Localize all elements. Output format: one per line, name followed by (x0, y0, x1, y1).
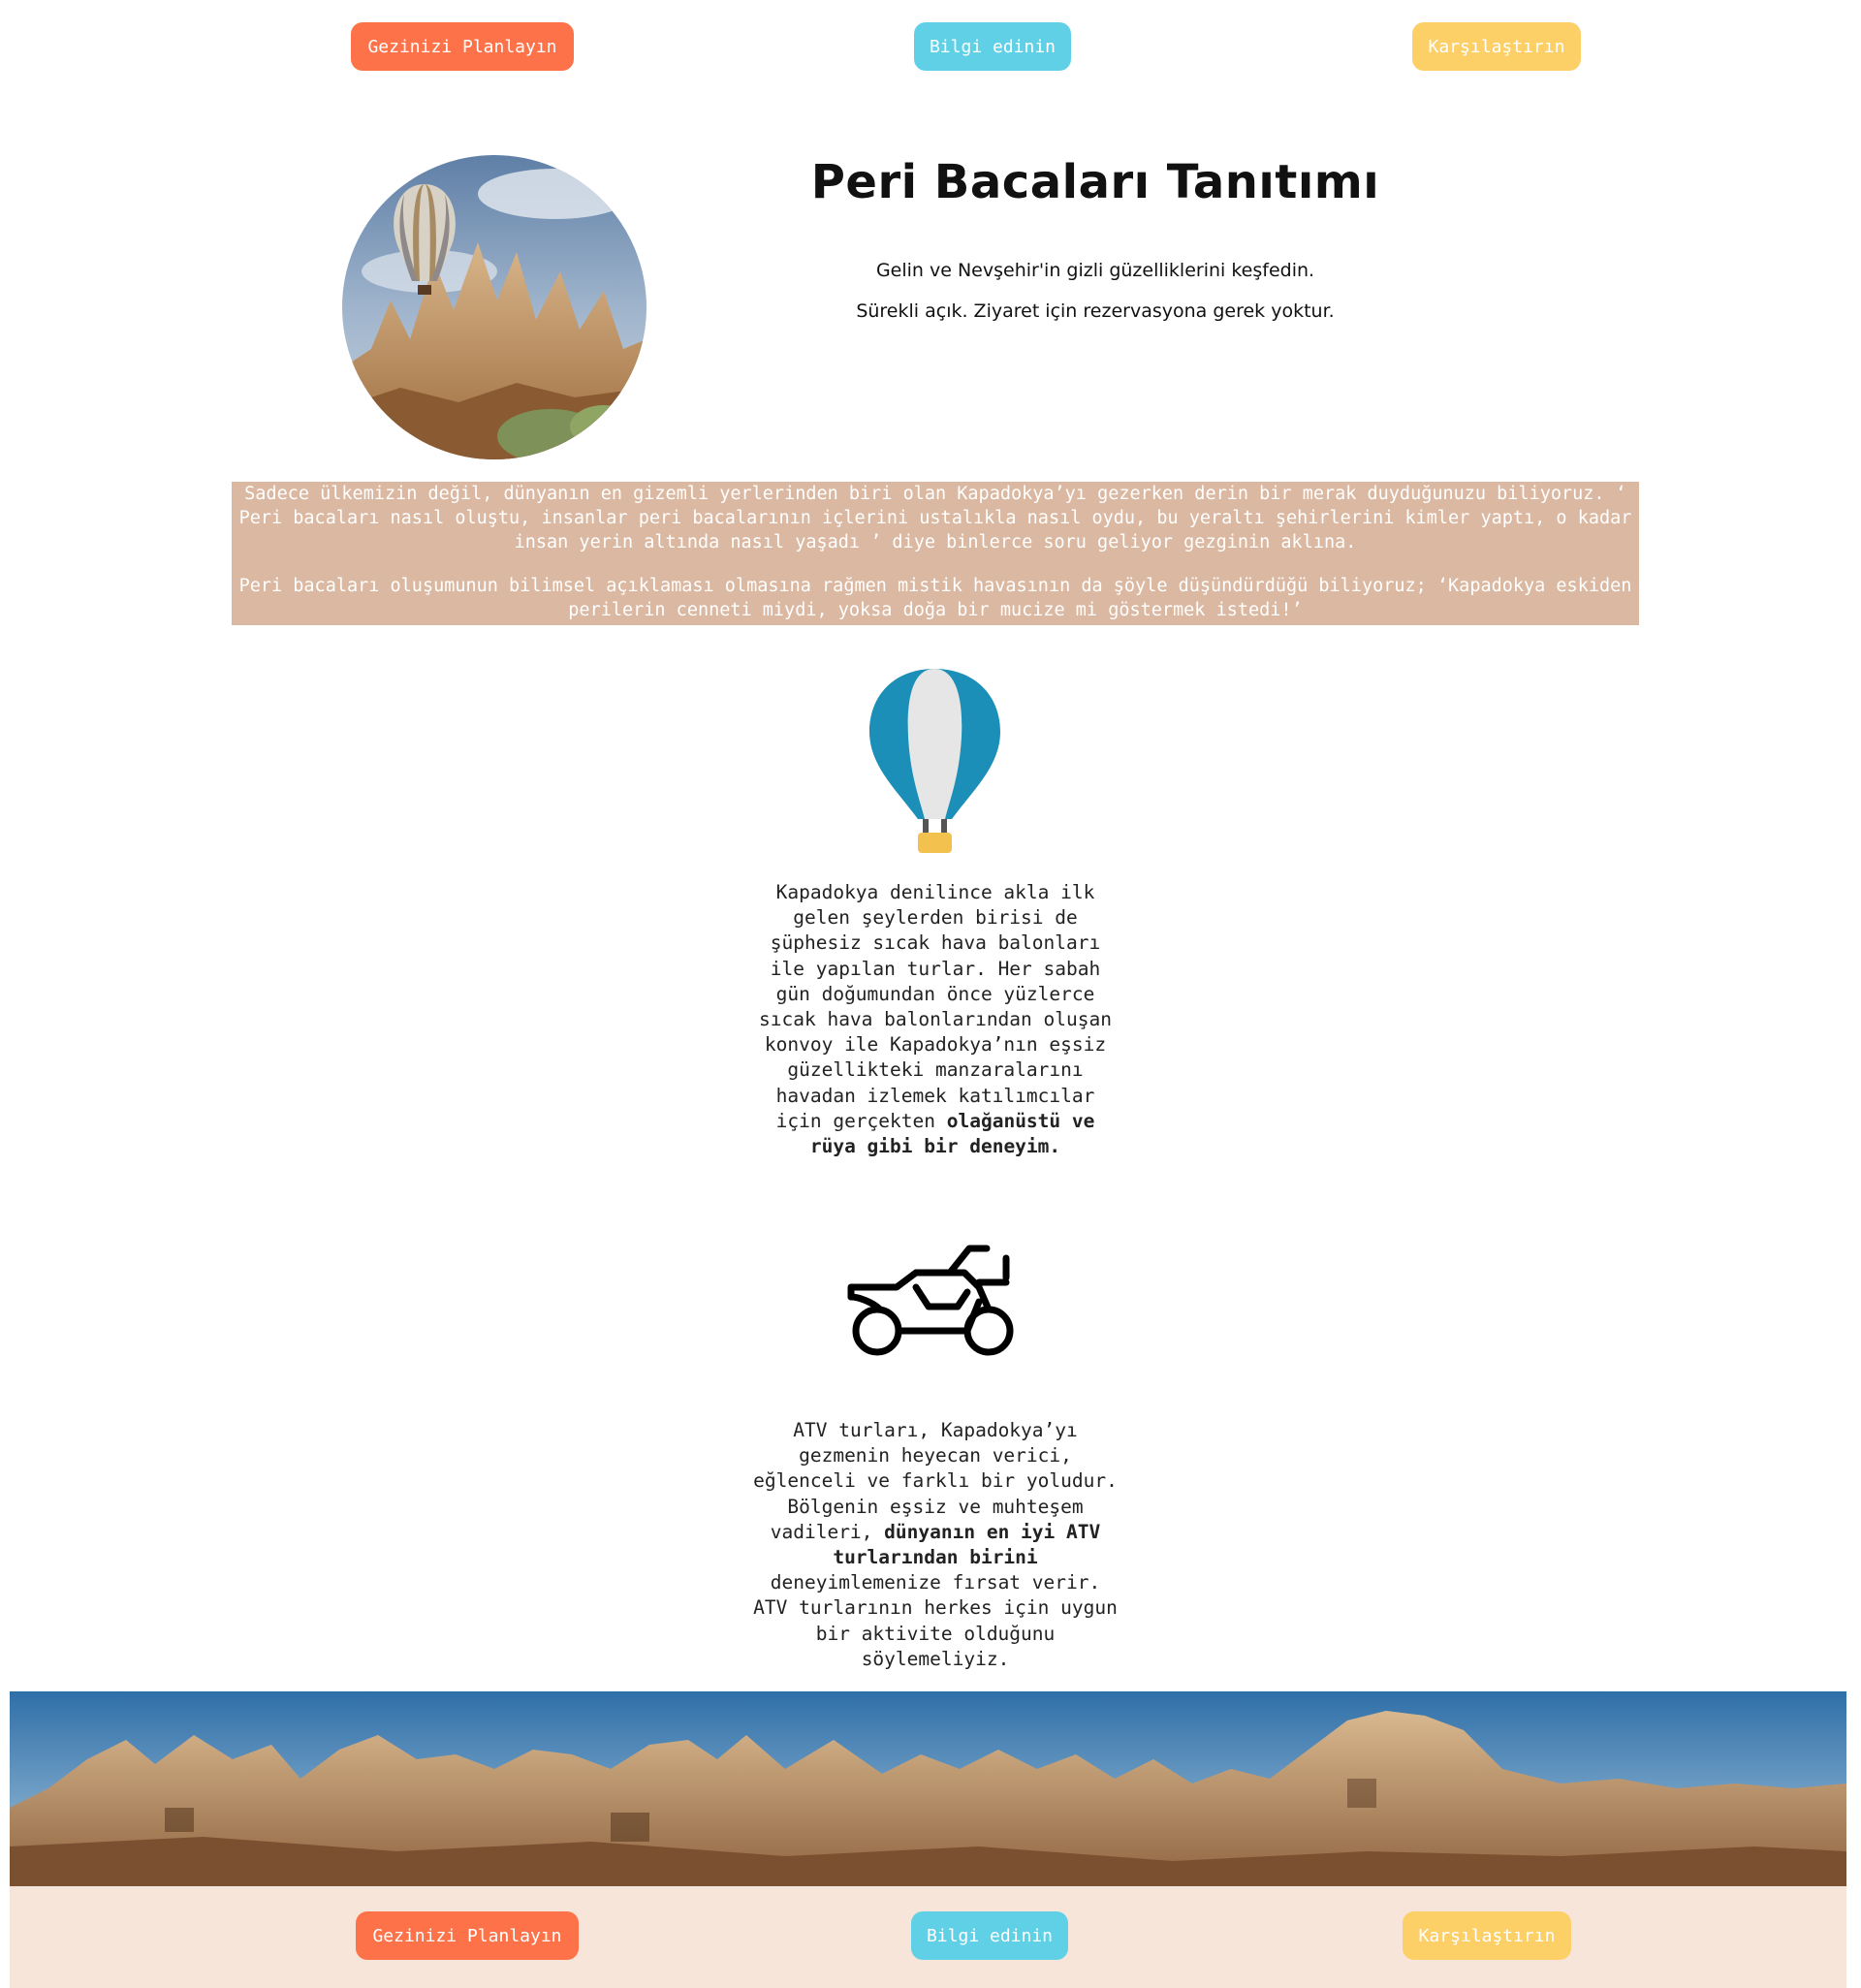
get-info-button[interactable]: Bilgi edinin (914, 22, 1071, 71)
fairy-chimneys-balloon-photo (342, 155, 647, 459)
atv-tour-text-highlight: dünyanın en iyi ATV turlarından birini (833, 1520, 1101, 1569)
hot-air-balloon-icon (869, 669, 1000, 858)
footer-plan-trip-button[interactable]: Gezinizi Planlayın (356, 1911, 579, 1960)
compare-button[interactable]: Karşılaştırın (1412, 22, 1581, 71)
balloon-tour-text-body: Kapadokya denilince akla ilk gelen şeyle… (759, 881, 1112, 1132)
hero-subtitle-1: Gelin ve Nevşehir'in gizli güzelliklerin… (875, 260, 1315, 281)
intro-section: Sadece ülkemizin değil, dünyanın en gize… (232, 482, 1639, 625)
page-title: Peri Bacaları Tanıtımı (810, 155, 1380, 209)
footer-compare-button[interactable]: Karşılaştırın (1403, 1911, 1571, 1960)
atv-tour-text: ATV turları, Kapadokya’yı gezmenin heyec… (751, 1418, 1120, 1672)
hero-subtitle-2: Sürekli açık. Ziyaret için rezervasyona … (856, 300, 1335, 322)
atv-motorbike-icon (843, 1244, 1032, 1360)
balloon-tour-text: Kapadokya denilince akla ilk gelen şeyle… (751, 880, 1120, 1159)
fairy-chimneys-panorama (10, 1691, 1846, 1886)
footer-get-info-button[interactable]: Bilgi edinin (911, 1911, 1068, 1960)
intro-paragraph-1: Sadece ülkemizin değil, dünyanın en gize… (238, 484, 1632, 552)
plan-trip-button[interactable]: Gezinizi Planlayın (351, 22, 574, 71)
atv-tour-text-body-2: deneyimlemenize fırsat verir. ATV turlar… (753, 1571, 1118, 1670)
intro-paragraph-2: Peri bacaları oluşumunun bilimsel açıkla… (238, 576, 1632, 620)
hero-photo (342, 155, 647, 459)
